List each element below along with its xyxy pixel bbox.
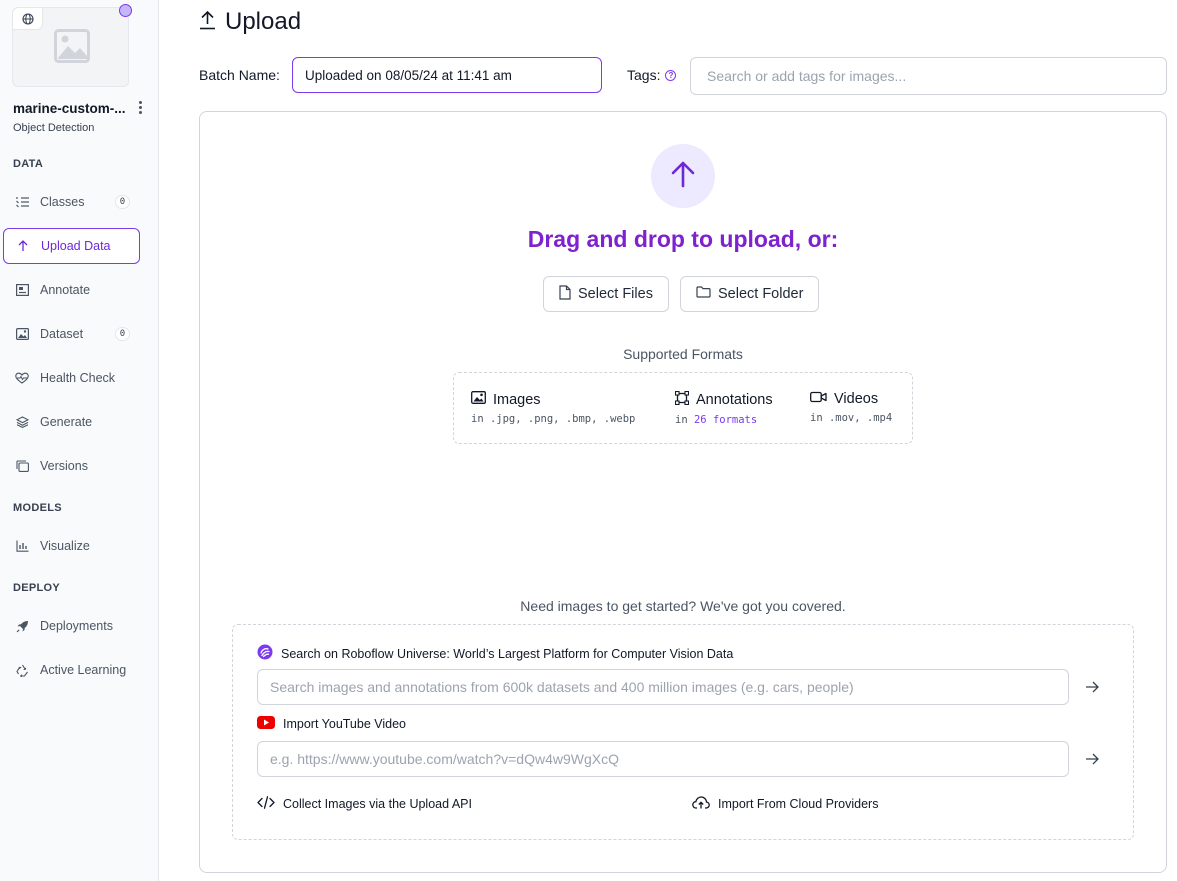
- sidebar-item-label: Upload Data: [41, 239, 111, 253]
- resources-title: Need images to get started? We've got yo…: [520, 598, 846, 614]
- count-badge: 0: [115, 195, 130, 209]
- sidebar-item-versions[interactable]: Versions: [3, 448, 140, 484]
- sidebar: marine-custom-... Object Detection DATA …: [0, 0, 159, 881]
- sidebar-item-label: Classes: [40, 195, 85, 209]
- supported-formats-title: Supported Formats: [623, 346, 743, 362]
- tags-label: Tags:: [627, 67, 661, 83]
- page-header: Upload: [199, 8, 301, 36]
- format-title: Annotations: [696, 392, 773, 408]
- format-desc: in .jpg, .png, .bmp, .webp: [471, 413, 636, 425]
- sidebar-item-annotate[interactable]: Annotate: [3, 272, 140, 308]
- tags-label-row: Tags: ?: [627, 67, 677, 83]
- roboflow-universe-icon: [257, 644, 273, 663]
- sidebar-item-label: Annotate: [40, 283, 91, 297]
- upload-api-link[interactable]: Collect Images via the Upload API: [257, 796, 472, 812]
- youtube-label-row: Import YouTube Video: [257, 716, 406, 732]
- sidebar-item-classes[interactable]: Classes 0: [3, 184, 140, 220]
- format-title: Videos: [834, 391, 879, 407]
- image-placeholder-icon: [54, 29, 90, 68]
- upload-api-label: Collect Images via the Upload API: [283, 797, 472, 811]
- arrow-right-icon[interactable]: [1082, 749, 1102, 769]
- batch-name-input[interactable]: [292, 57, 602, 93]
- sidebar-item-label: Visualize: [40, 539, 90, 553]
- format-desc-prefix: in: [675, 414, 688, 426]
- sidebar-item-label: Versions: [40, 459, 88, 473]
- file-icon: [559, 284, 571, 304]
- sidebar-item-upload-data[interactable]: Upload Data: [3, 228, 140, 264]
- layers-icon: [15, 415, 29, 429]
- heart-pulse-icon: [15, 371, 29, 385]
- arrow-up-icon: [670, 160, 696, 193]
- kebab-menu-icon[interactable]: [134, 99, 146, 115]
- universe-label: Search on Roboflow Universe: World’s Lar…: [281, 646, 734, 661]
- format-annotations: Annotations in 26 formats: [674, 390, 773, 426]
- sidebar-item-label: Generate: [40, 415, 93, 429]
- bar-chart-icon: [15, 539, 29, 553]
- versions-icon: [15, 459, 29, 473]
- select-files-button[interactable]: Select Files: [543, 276, 669, 312]
- section-label-deploy: DEPLOY: [13, 582, 61, 594]
- drag-drop-title: Drag and drop to upload, or:: [527, 226, 839, 252]
- folder-icon: [696, 286, 711, 302]
- youtube-icon: [257, 716, 275, 732]
- bounding-box-icon: [674, 390, 690, 409]
- select-files-label: Select Files: [578, 286, 653, 302]
- rocket-icon: [15, 619, 29, 633]
- count-badge: 0: [115, 327, 130, 341]
- help-icon[interactable]: ?: [665, 69, 677, 81]
- sidebar-item-visualize[interactable]: Visualize: [3, 528, 140, 564]
- sidebar-item-label: Health Check: [40, 371, 116, 385]
- project-thumbnail[interactable]: [12, 7, 129, 87]
- sidebar-item-dataset[interactable]: Dataset 0: [3, 316, 140, 352]
- cloud-upload-icon: [692, 796, 710, 812]
- arrow-up-icon: [16, 239, 30, 253]
- app-root: marine-custom-... Object Detection DATA …: [0, 0, 1177, 881]
- image-icon: [471, 391, 486, 408]
- status-dot: [119, 4, 132, 17]
- universe-search-input[interactable]: [257, 669, 1069, 705]
- supported-formats-box: Images in .jpg, .png, .bmp, .webp Annota…: [453, 372, 913, 444]
- select-folder-button[interactable]: Select Folder: [680, 276, 820, 312]
- sidebar-item-label: Active Learning: [40, 663, 127, 677]
- format-videos: Videos in .mov, .mp4: [810, 391, 892, 424]
- code-icon: [257, 796, 275, 812]
- project-type: Object Detection: [13, 122, 95, 134]
- sidebar-item-generate[interactable]: Generate: [3, 404, 140, 440]
- arrow-right-icon[interactable]: [1082, 677, 1102, 697]
- sidebar-item-deployments[interactable]: Deployments: [3, 608, 140, 644]
- sidebar-item-label: Deployments: [40, 619, 113, 633]
- globe-icon: [13, 8, 43, 30]
- annotation-formats-link[interactable]: 26 formats: [694, 414, 757, 426]
- select-folder-label: Select Folder: [718, 286, 804, 302]
- video-icon: [810, 391, 827, 407]
- batch-name-label: Batch Name:: [199, 67, 280, 83]
- format-title: Images: [493, 391, 541, 408]
- youtube-label: Import YouTube Video: [283, 717, 407, 731]
- cloud-providers-label: Import From Cloud Providers: [718, 797, 879, 811]
- sidebar-item-label: Dataset: [40, 327, 84, 341]
- section-label-models: MODELS: [13, 502, 62, 514]
- tags-input[interactable]: [690, 57, 1167, 95]
- image-icon: [15, 327, 29, 341]
- sidebar-item-health-check[interactable]: Health Check: [3, 360, 140, 396]
- universe-label-row: Search on Roboflow Universe: World’s Lar…: [257, 644, 733, 663]
- youtube-url-input[interactable]: [257, 741, 1069, 777]
- page-title: Upload: [225, 8, 302, 35]
- upload-circle: [651, 144, 715, 208]
- sidebar-item-active-learning[interactable]: Active Learning: [3, 652, 140, 688]
- cloud-providers-link[interactable]: Import From Cloud Providers: [692, 796, 878, 812]
- recycle-icon: [15, 663, 29, 677]
- format-images: Images in .jpg, .png, .bmp, .webp: [471, 391, 635, 425]
- project-name: marine-custom-...: [13, 101, 126, 116]
- upload-icon: [199, 10, 216, 35]
- format-desc: in .mov, .mp4: [810, 412, 893, 424]
- section-label-data: DATA: [13, 158, 44, 170]
- list-icon: [15, 195, 29, 209]
- annotate-icon: [15, 283, 29, 297]
- format-desc: in 26 formats: [675, 414, 773, 426]
